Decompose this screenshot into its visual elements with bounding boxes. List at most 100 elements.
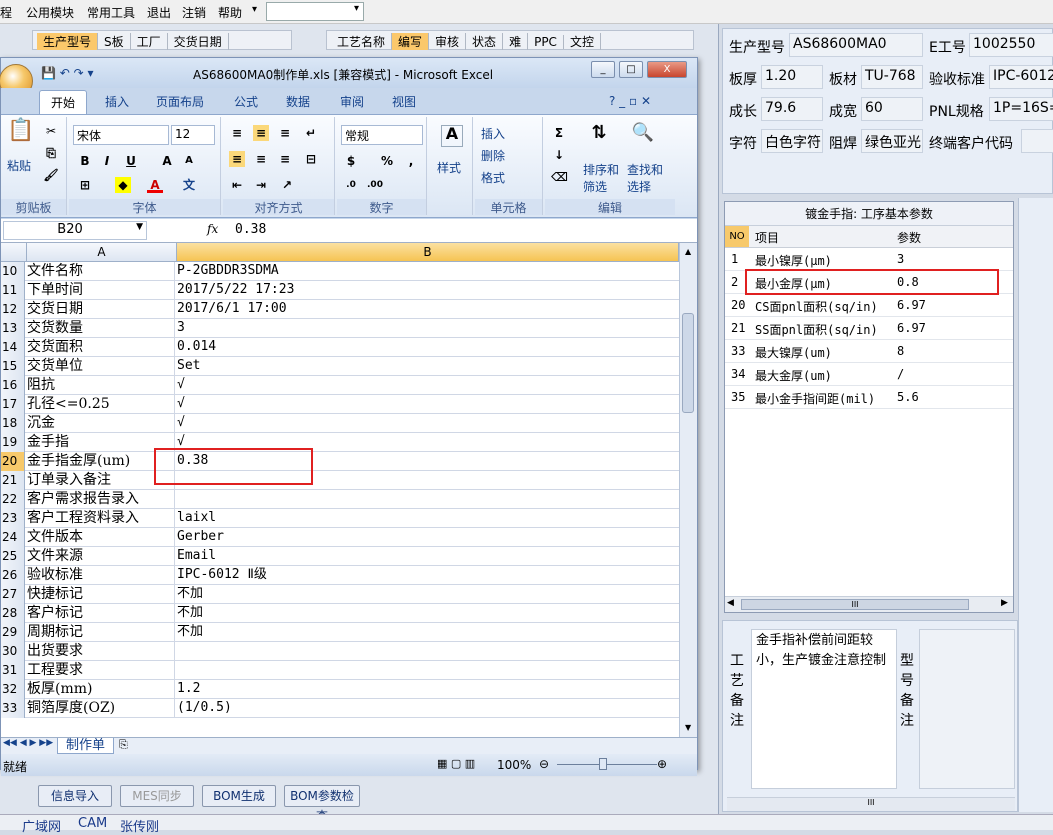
cell-b[interactable]: √ — [177, 376, 677, 395]
field-soldermask[interactable]: 绿色亚光 — [861, 129, 923, 153]
minimize-button[interactable]: _ — [591, 61, 615, 78]
row-number[interactable]: 23 — [1, 509, 25, 528]
row-number[interactable]: 22 — [1, 490, 25, 509]
cell-b[interactable]: √ — [177, 395, 677, 414]
menu-item-help[interactable]: 帮助 — [218, 4, 242, 21]
grid-header-param[interactable]: 参数 — [897, 229, 921, 246]
bold-button[interactable]: B — [77, 153, 93, 169]
row-number[interactable]: 30 — [1, 642, 25, 661]
name-box-dropdown-icon[interactable]: ▼ — [136, 222, 146, 232]
mes-sync-button[interactable]: MES同步 — [120, 785, 194, 807]
help-dropdown-icon[interactable]: ▾ — [252, 4, 257, 15]
insert-cells-button[interactable]: 插入 — [481, 125, 505, 142]
field-standard[interactable]: IPC-6012 — [989, 65, 1053, 89]
cell-b[interactable]: Gerber — [177, 528, 677, 547]
tab-review[interactable]: 审阅 — [329, 90, 375, 114]
cell-b[interactable] — [177, 490, 677, 509]
cell-b[interactable]: 2017/6/1 17:00 — [177, 300, 677, 319]
cell-b[interactable]: 不加 — [177, 585, 677, 604]
styles-icon[interactable]: A — [441, 125, 463, 147]
cell-a[interactable]: 交货面积 — [27, 338, 175, 357]
tab-view[interactable]: 视图 — [381, 90, 427, 114]
grid-row[interactable]: 1 最小镍厚(μm) 3 — [725, 248, 1013, 271]
row-number[interactable]: 11 — [1, 281, 25, 300]
cell-a[interactable]: 交货数量 — [27, 319, 175, 338]
menu-item-public[interactable]: 公用模块 — [26, 4, 74, 21]
row-number[interactable]: 18 — [1, 414, 25, 433]
grid-row[interactable]: 34 最大金厚(um) / — [725, 363, 1013, 386]
cell-a[interactable]: 客户工程资料录入 — [27, 509, 175, 528]
vertical-scroll-thumb[interactable] — [682, 313, 694, 413]
row-number[interactable]: 14 — [1, 338, 25, 357]
format-cells-button[interactable]: 格式 — [481, 169, 505, 186]
cell-b[interactable]: 0.014 — [177, 338, 677, 357]
col-header-difficulty[interactable]: 难 — [503, 33, 529, 50]
close-button[interactable]: X — [647, 61, 687, 78]
row-number[interactable]: 20 — [1, 452, 25, 471]
zoom-out-icon[interactable]: ⊖ — [539, 757, 549, 771]
quick-access-icons[interactable]: 💾 ↶ ↷ ▾ — [41, 66, 94, 80]
decrease-decimal-icon[interactable]: .00 — [367, 177, 383, 193]
cell-a[interactable]: 验收标准 — [27, 566, 175, 585]
tab-layout[interactable]: 页面布局 — [147, 90, 213, 114]
cell-a[interactable]: 文件名称 — [27, 262, 175, 281]
cell-a[interactable]: 客户需求报告录入 — [27, 490, 175, 509]
field-material[interactable]: TU-768 — [861, 65, 923, 89]
cell-a[interactable]: 订单录入备注 — [27, 471, 175, 490]
cell-b[interactable]: 不加 — [177, 623, 677, 642]
field-thickness[interactable]: 1.20 — [761, 65, 823, 89]
sum-icon[interactable]: Σ — [551, 125, 567, 141]
row-number[interactable]: 13 — [1, 319, 25, 338]
tab-data[interactable]: 数据 — [275, 90, 321, 114]
cell-a[interactable]: 工程要求 — [27, 661, 175, 680]
row-number[interactable]: 16 — [1, 376, 25, 395]
col-header-s-board[interactable]: S板 — [98, 33, 131, 50]
menu-item-cheng[interactable]: 程 — [0, 4, 12, 21]
align-middle-icon[interactable]: ≡ — [253, 125, 269, 141]
remark-scrollbar[interactable]: III — [727, 797, 1015, 811]
scroll-down-icon[interactable]: ▼ — [685, 723, 691, 732]
percent-button[interactable]: % — [379, 153, 395, 169]
cut-icon[interactable]: ✂ — [43, 123, 59, 139]
font-name-select[interactable]: 宋体 — [73, 125, 169, 145]
cell-b[interactable]: 3 — [177, 319, 677, 338]
row-number[interactable]: 29 — [1, 623, 25, 642]
row-number[interactable]: 28 — [1, 604, 25, 623]
cell-a[interactable]: 交货日期 — [27, 300, 175, 319]
cell-a[interactable]: 金手指金厚(um) — [27, 452, 175, 471]
col-header-model[interactable]: 生产型号 — [37, 33, 99, 50]
cell-a[interactable]: 交货单位 — [27, 357, 175, 376]
tab-insert[interactable]: 插入 — [93, 90, 141, 114]
cell-b[interactable] — [177, 642, 677, 661]
orientation-icon[interactable]: ↗ — [279, 177, 295, 193]
scroll-left-icon[interactable]: ◀ — [727, 598, 734, 608]
grow-font-icon[interactable]: A — [159, 153, 175, 169]
tab-formulas[interactable]: 公式 — [223, 90, 269, 114]
cell-a[interactable]: 下单时间 — [27, 281, 175, 300]
insert-sheet-icon[interactable]: ⎘ — [119, 738, 128, 752]
vertical-scrollbar[interactable]: ▲ ▼ — [679, 243, 697, 737]
col-header-factory[interactable]: 工厂 — [131, 33, 168, 50]
row-number[interactable]: 27 — [1, 585, 25, 604]
tab-home[interactable]: 开始 — [39, 90, 87, 114]
cell-b[interactable]: IPC-6012 Ⅱ级 — [177, 566, 677, 585]
taskbar-user[interactable]: 张传刚 — [120, 816, 159, 835]
cell-b[interactable]: Email — [177, 547, 677, 566]
menu-item-tools[interactable]: 常用工具 — [87, 4, 135, 21]
format-painter-icon[interactable]: 🖌 — [43, 167, 59, 183]
grid-row[interactable]: 35 最小金手指间距(mil) 5.6 — [725, 386, 1013, 409]
cell-a[interactable]: 阻抗 — [27, 376, 175, 395]
cell-b[interactable]: √ — [177, 414, 677, 433]
col-header-process[interactable]: 工艺名称 — [331, 33, 393, 50]
row-number[interactable]: 33 — [1, 699, 25, 718]
field-width[interactable]: 60 — [861, 97, 923, 121]
border-icon[interactable]: ⊞ — [77, 177, 93, 193]
col-header-review[interactable]: 审核 — [429, 33, 467, 50]
sheet-nav-icons[interactable]: ◀◀ ◀ ▶ ▶▶ — [3, 738, 53, 748]
styles-button[interactable]: 样式 — [437, 159, 461, 176]
row-number[interactable]: 10 — [1, 262, 25, 281]
grid-header-item[interactable]: 项目 — [755, 229, 779, 246]
field-model[interactable]: AS68600MA0 — [789, 33, 923, 57]
cell-a[interactable]: 客户标记 — [27, 604, 175, 623]
field-length[interactable]: 79.6 — [761, 97, 823, 121]
